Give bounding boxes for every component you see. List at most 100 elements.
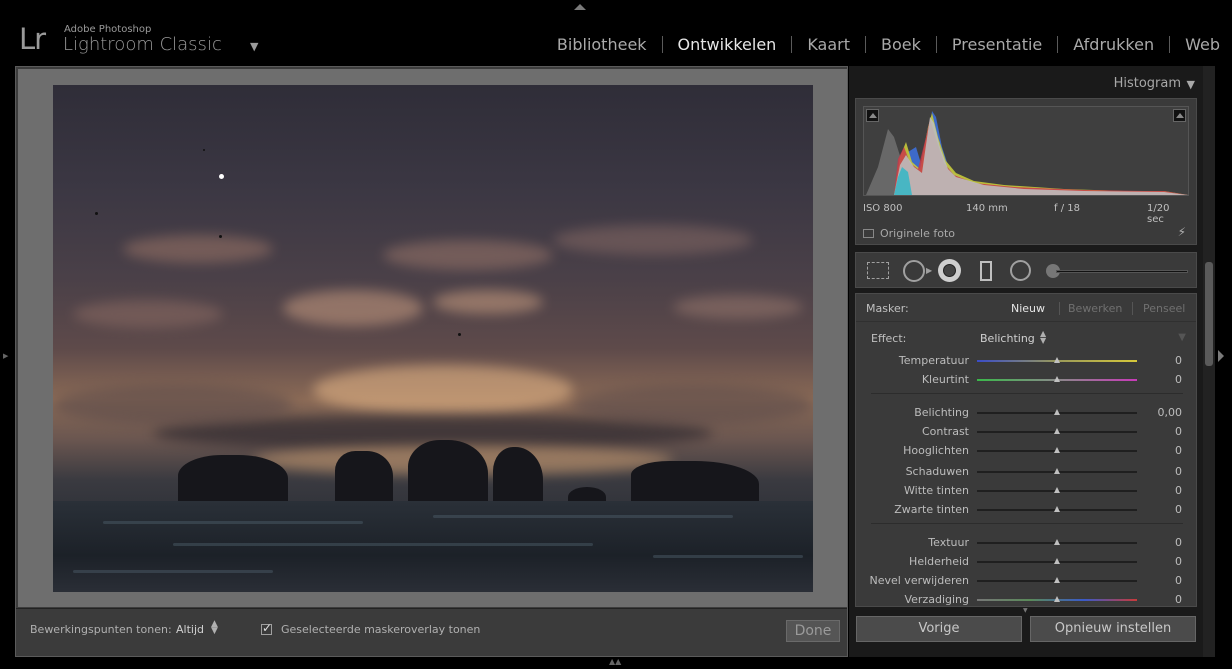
histogram-header[interactable]: Histogram ▼: [855, 68, 1197, 96]
slider-row-hooglichten: Hooglichten 0: [856, 442, 1196, 461]
select-arrows-icon[interactable]: ▲ ▼: [211, 620, 218, 636]
red-eye-icon[interactable]: [938, 259, 961, 282]
slider-row-kleurtint: Kleurtint 0: [856, 371, 1196, 390]
slider-thumb[interactable]: [1054, 558, 1060, 564]
histogram-graph[interactable]: [863, 106, 1189, 196]
panel-collapse-triangle-icon[interactable]: ▼: [1187, 78, 1195, 91]
done-button[interactable]: Done: [786, 620, 840, 642]
slider-row-nevel-verwijderen: Nevel verwijderen 0: [856, 572, 1196, 591]
slider-label: Hooglichten: [903, 444, 969, 457]
module-presentatie[interactable]: Presentatie: [937, 35, 1057, 54]
slider-value[interactable]: 0: [1175, 425, 1182, 438]
collapse-top-panel-arrow-icon[interactable]: [574, 4, 586, 10]
slider-label: Verzadiging: [904, 593, 969, 606]
mask-brush-button[interactable]: Penseel: [1143, 302, 1185, 315]
slider-track-contrast[interactable]: [977, 428, 1137, 434]
module-afdrukken[interactable]: Afdrukken: [1058, 35, 1169, 54]
slider-track-nevel-verwijderen[interactable]: [977, 577, 1137, 583]
mask-new-button[interactable]: Nieuw: [1011, 302, 1045, 315]
mask-overlay-checkbox[interactable]: ✓: [261, 621, 272, 635]
slider-track-helderheid[interactable]: [977, 558, 1137, 564]
slider-label: Schaduwen: [905, 465, 969, 478]
slider-track-verzadiging[interactable]: [977, 596, 1137, 602]
module-bibliotheek[interactable]: Bibliotheek: [542, 35, 662, 54]
photo-seascape-sunset[interactable]: [53, 85, 813, 592]
focal-length-value: 140 mm: [966, 203, 1008, 214]
previous-button[interactable]: Vorige: [856, 616, 1022, 642]
slider-track-witte-tinten[interactable]: [977, 487, 1137, 493]
slider-label: Belichting: [914, 406, 969, 419]
original-photo-checkbox[interactable]: [863, 229, 874, 238]
module-boek[interactable]: Boek: [866, 35, 936, 54]
slider-value[interactable]: 0: [1175, 593, 1182, 606]
effect-label: Effect:: [871, 332, 907, 345]
photo-canvas[interactable]: [18, 69, 847, 607]
slider-track-hooglichten[interactable]: [977, 447, 1137, 453]
slider-label: Helderheid: [909, 555, 969, 568]
panel-end-marker-icon: ▼: [1023, 607, 1028, 614]
graduated-filter-icon[interactable]: [980, 261, 992, 281]
effect-select[interactable]: Belichting: [980, 332, 1035, 345]
slider-value[interactable]: 0: [1175, 354, 1182, 367]
right-panel-scrollbar[interactable]: [1205, 262, 1213, 366]
mask-label: Masker:: [866, 302, 909, 315]
effect-row: Effect: Belichting ▲ ▼ ▼: [856, 330, 1196, 350]
slider-value[interactable]: 0: [1175, 444, 1182, 457]
slider-thumb[interactable]: [1054, 468, 1060, 474]
develop-right-panel: Histogram ▼ ISO 800 140 mm f / 18 1/20 s…: [849, 66, 1203, 657]
slider-track-schaduwen[interactable]: [977, 468, 1137, 474]
slider-value[interactable]: 0: [1175, 536, 1182, 549]
slider-thumb[interactable]: [1054, 376, 1060, 382]
lightning-bolt-icon[interactable]: ⚡: [1178, 225, 1186, 239]
mask-edit-pin[interactable]: [219, 174, 224, 179]
slider-thumb[interactable]: [1054, 447, 1060, 453]
expand-left-panel-icon[interactable]: ▶: [3, 352, 8, 360]
slider-thumb[interactable]: [1054, 409, 1060, 415]
histogram-panel: ISO 800 140 mm f / 18 1/20 sec Originele…: [855, 98, 1197, 245]
expand-filmstrip-icon[interactable]: ▲▲: [609, 657, 621, 666]
app-name: Lightroom Classic: [63, 34, 222, 55]
effect-collapse-triangle-icon[interactable]: ▼: [1178, 332, 1186, 343]
shadow-clipping-icon[interactable]: [866, 109, 879, 122]
slider-value[interactable]: 0: [1175, 503, 1182, 516]
slider-thumb[interactable]: [1054, 357, 1060, 363]
select-arrows-icon[interactable]: ▲ ▼: [1040, 330, 1046, 345]
slider-value[interactable]: 0: [1175, 555, 1182, 568]
slider-thumb[interactable]: [1054, 506, 1060, 512]
slider-value[interactable]: 0: [1175, 574, 1182, 587]
slider-row-contrast: Contrast 0: [856, 423, 1196, 442]
tool-size-slider[interactable]: [1056, 270, 1188, 273]
mask-panel: Masker: Nieuw Bewerken Penseel Effect: B…: [855, 293, 1197, 607]
crop-overlay-icon[interactable]: [867, 262, 889, 279]
slider-track-kleurtint[interactable]: [977, 376, 1137, 382]
slider-thumb[interactable]: [1054, 487, 1060, 493]
module-ontwikkelen[interactable]: Ontwikkelen: [663, 35, 792, 54]
radial-filter-icon[interactable]: [1010, 260, 1031, 281]
spot-removal-icon[interactable]: [903, 260, 925, 282]
slider-thumb[interactable]: [1054, 539, 1060, 545]
collapse-right-panel-icon[interactable]: [1218, 350, 1224, 362]
top-bar: Lr Adobe Photoshop Lightroom Classic ▼ B…: [0, 0, 1232, 66]
slider-track-textuur[interactable]: [977, 539, 1137, 545]
slider-thumb[interactable]: [1054, 577, 1060, 583]
slider-thumb[interactable]: [1054, 596, 1060, 602]
slider-value[interactable]: 0: [1175, 465, 1182, 478]
spot-removal-arrow-icon: ▶: [926, 266, 933, 275]
show-pins-select[interactable]: Altijd: [176, 623, 204, 636]
slider-thumb[interactable]: [1054, 428, 1060, 434]
slider-value[interactable]: 0: [1175, 373, 1182, 386]
reset-button[interactable]: Opnieuw instellen: [1030, 616, 1196, 642]
slider-track-zwarte-tinten[interactable]: [977, 506, 1137, 512]
slider-value[interactable]: 0,00: [1158, 406, 1183, 419]
module-kaart[interactable]: Kaart: [792, 35, 865, 54]
highlight-clipping-icon[interactable]: [1173, 109, 1186, 122]
histogram-curves: [866, 111, 1188, 195]
identity-plate-dropdown-icon[interactable]: ▼: [250, 40, 258, 53]
histogram-title: Histogram: [1113, 76, 1181, 91]
mask-edit-button[interactable]: Bewerken: [1068, 302, 1122, 315]
slider-row-textuur: Textuur 0: [856, 534, 1196, 553]
slider-value[interactable]: 0: [1175, 484, 1182, 497]
slider-track-belichting[interactable]: [977, 409, 1137, 415]
slider-track-temperatuur[interactable]: [977, 357, 1137, 363]
module-web[interactable]: Web: [1170, 35, 1220, 54]
